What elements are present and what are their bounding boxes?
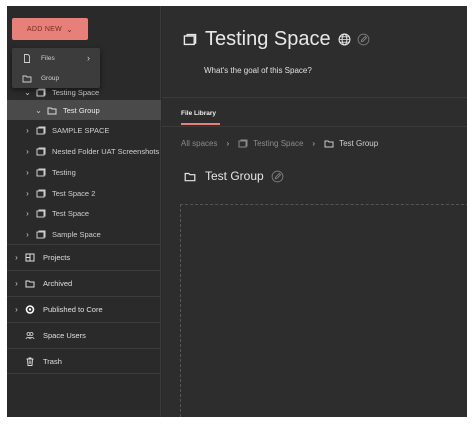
group-title-text: Test Group — [205, 169, 264, 183]
chevron-right-icon[interactable]: › — [23, 189, 32, 198]
tree-item-label: Testing — [52, 167, 76, 177]
section-archived[interactable]: › Archived — [7, 270, 161, 296]
space-icon — [36, 168, 46, 177]
chevron-down-icon[interactable]: ⌄ — [34, 106, 43, 115]
tab-active-indicator — [181, 123, 220, 125]
section-trash[interactable]: Trash — [7, 348, 161, 374]
main-panel: Testing Space What's the goal of this Sp… — [162, 6, 467, 417]
tree-item-sample-space[interactable]: › SAMPLE SPACE — [7, 120, 161, 140]
tree-item-label: SAMPLE SPACE — [52, 125, 110, 135]
breadcrumb-space[interactable]: Testing Space — [253, 139, 303, 148]
file-drop-zone[interactable] — [180, 204, 467, 417]
tree-item-sample-space-2[interactable]: › Sample Space — [7, 224, 161, 244]
section-label: Published to Core — [43, 305, 103, 314]
chevron-right-icon[interactable]: › — [12, 279, 21, 288]
space-icon — [36, 209, 46, 218]
chevron-right-icon: › — [312, 139, 316, 148]
edit-icon[interactable] — [271, 170, 284, 183]
tree-item-test-space[interactable]: › Test Space — [7, 203, 161, 223]
breadcrumb: All spaces › Testing Space › Test Group — [181, 139, 378, 148]
trash-icon — [25, 357, 35, 366]
tree-item-label: Testing Space — [52, 87, 100, 97]
tab-bar: File Library — [162, 97, 467, 127]
chevron-right-icon[interactable]: › — [23, 126, 32, 135]
tab-file-library[interactable]: File Library — [181, 110, 216, 117]
tree-item-test-group[interactable]: ⌄ Test Group — [7, 100, 161, 120]
chevron-right-icon[interactable]: › — [23, 230, 32, 239]
users-icon — [25, 331, 35, 340]
chevron-right-icon: › — [226, 139, 230, 148]
tree-item-label: Test Group — [63, 105, 100, 115]
folder-icon — [324, 139, 334, 148]
space-icon — [36, 126, 46, 135]
globe-icon[interactable] — [338, 33, 351, 46]
chevron-right-icon: › — [87, 53, 90, 63]
section-label: Space Users — [43, 331, 86, 340]
space-icon — [183, 33, 197, 47]
menu-item-label: Files — [41, 54, 55, 62]
archive-icon — [25, 279, 35, 288]
sidebar: ⌄ Testing Space ⌄ Test Group › SAMPLE SP… — [7, 6, 161, 417]
space-icon — [238, 139, 248, 148]
section-space-users[interactable]: Space Users — [7, 322, 161, 348]
space-icon — [36, 189, 46, 198]
add-new-menu: Files › Group — [12, 48, 100, 88]
edit-icon[interactable] — [357, 33, 370, 46]
space-icon — [36, 147, 46, 156]
tree-item-nested-folder[interactable]: › Nested Folder UAT Screenshots — [7, 141, 161, 161]
chevron-right-icon[interactable]: › — [12, 253, 21, 262]
space-goal[interactable]: What's the goal of this Space? — [204, 66, 312, 75]
group-title: Test Group — [184, 169, 284, 183]
add-new-label: ADD NEW — [26, 25, 63, 33]
tree-item-label: Nested Folder UAT Screenshots — [52, 146, 160, 156]
section-label: Projects — [43, 253, 71, 262]
tree-item-test-space-2[interactable]: › Test Space 2 — [7, 183, 161, 203]
tree-item-testing[interactable]: › Testing — [7, 162, 161, 182]
section-label: Archived — [43, 279, 73, 288]
tree-item-label: Sample Space — [52, 229, 101, 239]
tree-item-label: Test Space — [52, 208, 90, 218]
chevron-right-icon[interactable]: › — [23, 209, 32, 218]
core-icon — [25, 305, 35, 314]
projects-icon — [25, 253, 35, 262]
folder-icon — [184, 171, 196, 182]
chevron-right-icon[interactable]: › — [23, 147, 32, 156]
menu-item-label: Group — [41, 74, 60, 82]
space-icon — [36, 230, 46, 239]
breadcrumb-group: Test Group — [339, 139, 379, 148]
chevron-right-icon[interactable]: › — [12, 305, 21, 314]
section-projects[interactable]: › Projects — [7, 244, 161, 270]
page-title: Testing Space — [183, 28, 370, 51]
folder-icon — [47, 106, 57, 115]
breadcrumb-all-spaces[interactable]: All spaces — [181, 139, 217, 148]
chevron-right-icon[interactable]: › — [23, 168, 32, 177]
chevron-down-icon[interactable]: ⌄ — [23, 88, 32, 97]
page-title-text: Testing Space — [205, 28, 331, 50]
app-window: ⌄ Testing Space ⌄ Test Group › SAMPLE SP… — [7, 6, 467, 417]
menu-item-files[interactable]: Files › — [12, 48, 100, 68]
folder-icon — [22, 74, 32, 83]
menu-item-group[interactable]: Group — [12, 68, 100, 88]
add-new-button[interactable]: ADD NEW ⌄ — [12, 18, 88, 40]
chevron-down-icon: ⌄ — [66, 24, 74, 34]
file-icon — [22, 53, 32, 63]
section-label: Trash — [43, 356, 62, 366]
tree-item-label: Test Space 2 — [52, 188, 96, 198]
section-published-to-core[interactable]: › Published to Core — [7, 296, 161, 322]
space-icon — [36, 88, 46, 97]
